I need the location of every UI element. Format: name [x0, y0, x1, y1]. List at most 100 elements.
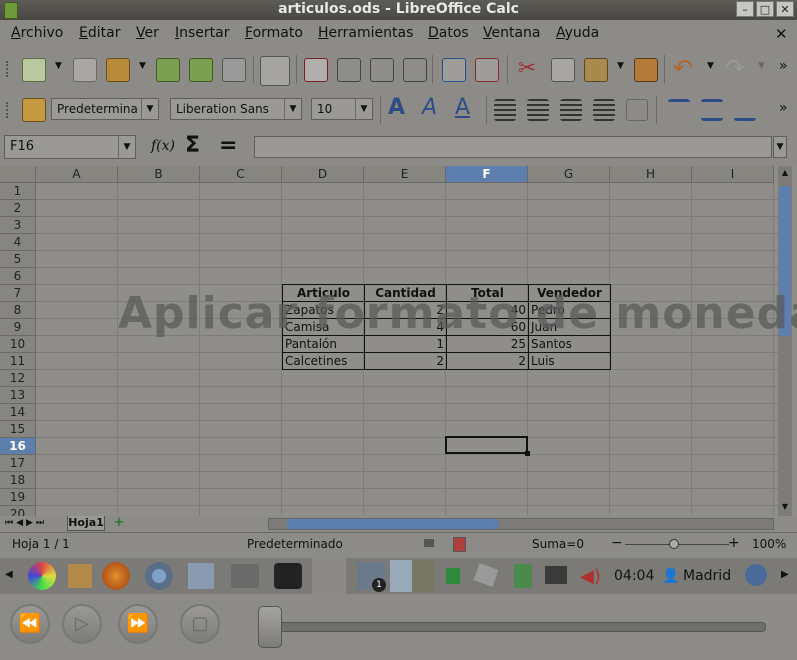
row-header-3[interactable]: 3 — [0, 217, 36, 234]
open-folder-icon[interactable] — [106, 58, 130, 82]
playback-progress-track[interactable] — [262, 622, 766, 632]
function-wizard-icon[interactable]: f(x) — [151, 138, 175, 154]
firefox-icon[interactable] — [102, 562, 130, 590]
menu-ayuda[interactable]: Ayuda — [556, 25, 599, 41]
toolbar-handle-icon[interactable] — [6, 102, 12, 118]
row-header-5[interactable]: 5 — [0, 251, 36, 268]
start-menu-icon[interactable] — [28, 562, 56, 590]
taskbar-right-arrow-icon[interactable]: ▶ — [781, 569, 789, 580]
active-cell-cursor[interactable] — [445, 436, 528, 454]
taskbar-left-arrow-icon[interactable]: ◀ — [5, 569, 13, 580]
print-direct-icon[interactable] — [370, 58, 394, 82]
menu-formato[interactable]: Formato — [245, 25, 303, 41]
email-icon[interactable] — [222, 58, 246, 82]
paste-dropdown-icon[interactable]: ▼ — [617, 61, 624, 71]
add-sheet-icon[interactable]: + — [108, 516, 130, 531]
column-header-f[interactable]: F — [446, 166, 528, 183]
sheet-tab-hoja1[interactable]: Hoja1 — [67, 516, 105, 531]
undo-dropdown-icon[interactable]: ▼ — [707, 61, 714, 71]
align-middle-icon[interactable] — [701, 99, 723, 121]
row-header-2[interactable]: 2 — [0, 200, 36, 217]
save-icon[interactable] — [156, 58, 180, 82]
italic-icon[interactable]: A — [422, 95, 437, 120]
chevron-down-icon[interactable]: ▼ — [141, 99, 158, 119]
redo-dropdown-icon[interactable]: ▼ — [758, 61, 765, 71]
table-cell[interactable]: 2 — [364, 352, 447, 370]
row-header-15[interactable]: 15 — [0, 421, 36, 438]
chevron-down-icon[interactable]: ▼ — [284, 99, 301, 119]
mail-icon[interactable] — [473, 563, 499, 587]
vertical-scrollbar[interactable]: ▲ ▼ — [778, 166, 792, 516]
column-header-b[interactable]: B — [118, 166, 200, 183]
close-window-button[interactable]: ✕ — [776, 1, 794, 17]
documents-icon[interactable] — [188, 563, 214, 589]
formula-input[interactable] — [254, 136, 772, 158]
chevron-down-icon[interactable]: ▼ — [118, 136, 135, 158]
open-dropdown-icon[interactable]: ▼ — [139, 61, 146, 71]
user-icon[interactable]: 👤 — [662, 568, 679, 584]
table-cell[interactable]: Calcetines — [282, 352, 365, 370]
zoom-slider-handle[interactable] — [669, 539, 679, 549]
style-combo[interactable]: Predetermina ▼ — [51, 98, 159, 120]
scroll-down-icon[interactable]: ▼ — [779, 501, 791, 513]
camera-icon[interactable] — [231, 564, 259, 588]
row-header-12[interactable]: 12 — [0, 370, 36, 387]
column-header-c[interactable]: C — [200, 166, 282, 183]
export-pdf-icon[interactable] — [304, 58, 328, 82]
scroll-up-icon[interactable]: ▲ — [779, 167, 791, 179]
green-app-icon[interactable] — [446, 568, 460, 584]
align-top-icon[interactable] — [668, 99, 690, 121]
row-header-17[interactable]: 17 — [0, 455, 36, 472]
sheet-nav-arrows-icon[interactable]: ⏮◀▶⏭ — [5, 518, 47, 528]
edit-mode-icon[interactable] — [260, 56, 290, 86]
play-icon[interactable]: ▷ — [62, 604, 102, 644]
terminal-icon[interactable] — [274, 563, 302, 589]
align-left-icon[interactable] — [494, 99, 516, 121]
merge-cells-icon[interactable] — [626, 99, 648, 121]
table-cell[interactable]: 2 — [446, 352, 529, 370]
formula-icon[interactable]: = — [219, 133, 237, 158]
select-all-corner[interactable] — [0, 166, 36, 183]
horizontal-scrollbar[interactable] — [268, 518, 774, 530]
page-style[interactable]: Predeterminado — [247, 537, 343, 551]
spreadsheet-grid[interactable]: ABCDEFGHI 1 2 3 4 5 6 7 8 9 10 11 12 13 14 15 16 17 18 19 2… — [0, 166, 797, 523]
table-cell[interactable]: Luis — [528, 352, 611, 370]
save-as-icon[interactable] — [189, 58, 213, 82]
notes-app-icon[interactable] — [68, 564, 92, 588]
maximize-button[interactable]: □ — [756, 1, 774, 17]
font-name-combo[interactable]: Liberation Sans ▼ — [170, 98, 302, 120]
user-name[interactable]: Madrid — [683, 568, 731, 584]
row-header-10[interactable]: 10 — [0, 336, 36, 353]
menu-datos[interactable]: Datos — [428, 25, 469, 41]
column-header-g[interactable]: G — [528, 166, 610, 183]
justify-icon[interactable] — [593, 99, 615, 121]
menu-herramientas[interactable]: Herramientas — [318, 25, 413, 41]
menu-insertar[interactable]: Insertar — [175, 25, 230, 41]
column-header-d[interactable]: D — [282, 166, 364, 183]
menu-ver[interactable]: Ver — [136, 25, 159, 41]
copy-icon[interactable] — [551, 58, 575, 82]
column-header-a[interactable]: A — [36, 166, 118, 183]
font-size-combo[interactable]: 10 ▼ — [311, 98, 373, 120]
zoom-level[interactable]: 100% — [752, 537, 786, 551]
trash-icon[interactable] — [514, 564, 532, 588]
row-header-8[interactable]: 8 — [0, 302, 36, 319]
name-box[interactable]: F16 ▼ — [4, 135, 136, 159]
chevron-down-icon[interactable]: ▼ — [355, 99, 372, 119]
print-icon[interactable] — [337, 58, 361, 82]
volume-icon[interactable]: ◀) — [580, 566, 601, 587]
desktop-button[interactable] — [312, 558, 346, 594]
row-header-11[interactable]: 11 — [0, 353, 36, 370]
new-dropdown-icon[interactable]: ▼ — [55, 61, 62, 71]
redo-icon[interactable]: ↷ — [725, 54, 745, 82]
paste-icon[interactable] — [584, 58, 608, 82]
row-header-6[interactable]: 6 — [0, 268, 36, 285]
expand-formula-icon[interactable]: ▼ — [773, 136, 787, 158]
undo-icon[interactable]: ↶ — [673, 54, 693, 82]
row-header-4[interactable]: 4 — [0, 234, 36, 251]
row-header-19[interactable]: 19 — [0, 489, 36, 506]
templates-icon[interactable] — [73, 58, 97, 82]
row-header-14[interactable]: 14 — [0, 404, 36, 421]
fast-forward-icon[interactable]: ⏩ — [118, 604, 158, 644]
column-header-h[interactable]: H — [610, 166, 692, 183]
